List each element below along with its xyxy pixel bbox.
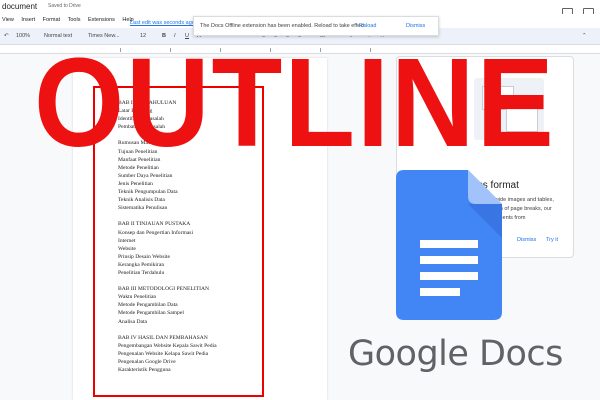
collapse-toolbar-icon[interactable]: ⌃ (582, 33, 587, 39)
dismiss-notification-button[interactable]: Dismiss (406, 23, 425, 29)
menu-format[interactable]: Format (43, 14, 60, 23)
side-panel-try-button[interactable]: Try it (546, 237, 558, 243)
menu-insert[interactable]: Insert (21, 14, 35, 23)
menu-extensions[interactable]: Extensions (88, 14, 115, 23)
document-title[interactable]: document (2, 2, 37, 11)
menu-view[interactable]: View (2, 14, 14, 23)
last-edit-link[interactable]: Last edit was seconds ago (130, 17, 195, 26)
google-docs-logo-icon (396, 170, 502, 320)
zoom-select[interactable]: 100% (16, 33, 30, 39)
reload-link[interactable]: Reload (359, 23, 376, 29)
google-docs-wordmark: Google Docs (348, 334, 563, 374)
menu-tools[interactable]: Tools (68, 14, 81, 23)
saved-status: Saved to Drive (48, 3, 81, 9)
side-panel-dismiss-button[interactable]: Dismiss (517, 237, 536, 243)
notification-text: The Docs Offline extension has been enab… (200, 23, 367, 29)
title-bar: document Saved to Drive (0, 0, 600, 19)
undo-icon[interactable]: ↶ (4, 33, 9, 39)
outline-headline: OUTLINE (34, 32, 556, 173)
